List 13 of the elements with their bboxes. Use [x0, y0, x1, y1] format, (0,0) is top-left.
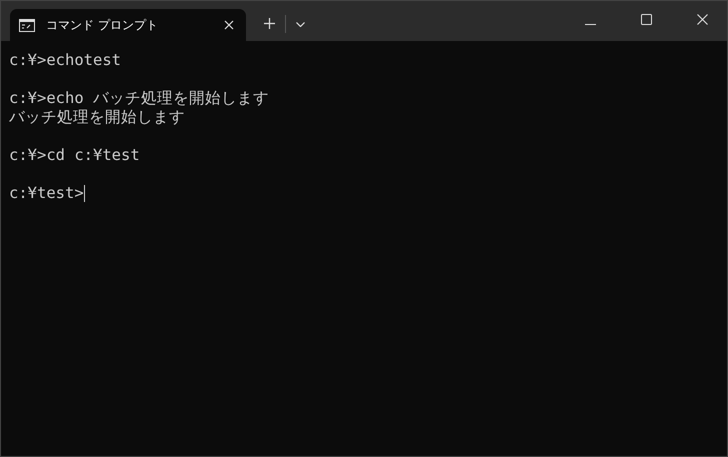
terminal-line: c:¥>cd c:¥test — [9, 146, 140, 165]
close-tab-icon[interactable] — [224, 20, 234, 30]
dropdown-chevron-icon[interactable] — [296, 22, 305, 27]
terminal-tab[interactable]: コマンド プロンプト — [10, 9, 246, 41]
terminal-line: c:¥test> — [9, 184, 84, 203]
close-icon[interactable] — [697, 14, 708, 25]
new-tab-icon[interactable] — [264, 18, 275, 29]
maximize-icon[interactable] — [641, 14, 652, 25]
tab-title: コマンド プロンプト — [46, 16, 159, 34]
terminal-line: c:¥>echotest — [9, 51, 121, 70]
terminal-line: c:¥>echo バッチ処理を開始します — [9, 89, 269, 108]
terminal-icon — [19, 18, 35, 32]
terminal-line: バッチ処理を開始します — [9, 108, 185, 127]
